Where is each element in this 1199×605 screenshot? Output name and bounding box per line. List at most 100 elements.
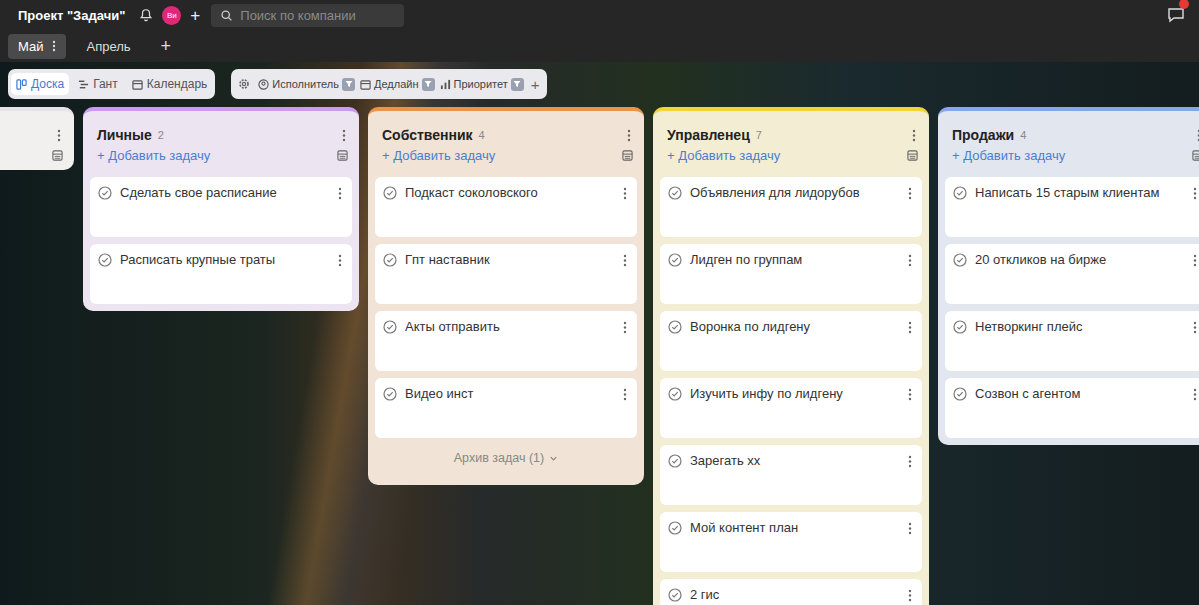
check-circle-icon[interactable] — [668, 588, 682, 602]
add-task-button[interactable]: + Добавить задачу — [97, 148, 210, 163]
check-circle-icon[interactable] — [953, 186, 967, 200]
task-title: Нетворкинг плейс — [975, 319, 1185, 335]
kebab-icon[interactable] — [1193, 388, 1197, 401]
task-title: Зарегать хх — [690, 453, 900, 469]
column-settings-icon[interactable] — [337, 150, 348, 161]
filter-toggle[interactable] — [422, 78, 435, 91]
column-add-row: + Добавить задачу — [945, 144, 1199, 163]
kebab-icon[interactable] — [627, 129, 631, 142]
kebab-icon[interactable] — [908, 455, 912, 468]
card-list: Подкаст соколовского Гпт наставник Акты от… — [375, 177, 637, 438]
task-card[interactable]: Нетворкинг плейс — [945, 311, 1199, 371]
check-circle-icon[interactable] — [668, 253, 682, 267]
kebab-icon[interactable] — [1193, 254, 1197, 267]
check-circle-icon[interactable] — [383, 387, 397, 401]
task-card[interactable]: Расписать крупные траты — [90, 244, 352, 304]
view-button[interactable]: Гант — [73, 73, 123, 95]
task-card[interactable]: Созвон с агентом — [945, 378, 1199, 438]
check-circle-icon[interactable] — [98, 253, 112, 267]
task-card[interactable]: Гпт наставник — [375, 244, 637, 304]
archive-toggle[interactable]: Архив задач (1) — [375, 438, 637, 478]
kebab-icon[interactable] — [338, 254, 342, 267]
funnel-icon — [345, 80, 353, 88]
view-button[interactable]: Доска — [11, 73, 69, 95]
search-field[interactable]: Поиск по компании — [211, 4, 404, 27]
add-task-button[interactable]: + Добавить задачу — [952, 148, 1065, 163]
check-circle-icon[interactable] — [953, 320, 967, 334]
kebab-icon[interactable] — [623, 388, 627, 401]
tab-bar: Май Апрель + — [0, 30, 1199, 62]
filter-chip[interactable]: Дедлайн — [360, 78, 435, 91]
check-circle-icon[interactable] — [953, 253, 967, 267]
kebab-icon[interactable] — [1193, 321, 1197, 334]
tab[interactable]: Май — [8, 34, 66, 59]
kebab-icon[interactable] — [908, 388, 912, 401]
task-card[interactable]: Сделать свое расписание — [90, 177, 352, 237]
kebab-icon[interactable] — [342, 129, 346, 142]
gear-icon[interactable] — [238, 78, 250, 90]
add-filter-button[interactable]: + — [531, 77, 540, 92]
column-settings-icon[interactable] — [52, 150, 63, 161]
kebab-icon[interactable] — [1197, 129, 1199, 142]
check-circle-icon[interactable] — [668, 454, 682, 468]
kebab-icon[interactable] — [1193, 187, 1197, 200]
filter-chip[interactable]: Приоритет — [440, 78, 524, 91]
check-circle-icon[interactable] — [383, 186, 397, 200]
task-card[interactable]: 20 откликов на бирже — [945, 244, 1199, 304]
tab-label: Апрель — [86, 39, 130, 54]
check-circle-icon[interactable] — [668, 320, 682, 334]
check-circle-icon[interactable] — [383, 253, 397, 267]
check-circle-icon[interactable] — [383, 320, 397, 334]
card-list: Сделать свое расписание Расписать крупные… — [90, 177, 352, 304]
column-header: Управленец7 — [660, 111, 922, 144]
kebab-icon[interactable] — [623, 321, 627, 334]
kebab-icon[interactable] — [908, 589, 912, 602]
toolbar: ДоскаГантКалендарь Исполнитель Дедлайн Прио… — [0, 69, 1199, 99]
check-circle-icon[interactable] — [668, 186, 682, 200]
kebab-icon[interactable] — [338, 187, 342, 200]
task-card[interactable]: Видео инст — [375, 378, 637, 438]
check-circle-icon[interactable] — [668, 521, 682, 535]
kebab-icon[interactable] — [908, 187, 912, 200]
column-settings-icon[interactable] — [622, 150, 633, 161]
kebab-icon[interactable] — [908, 522, 912, 535]
filter-toggle[interactable] — [342, 78, 355, 91]
task-card[interactable]: Изучить инфу по лидгену — [660, 378, 922, 438]
task-card[interactable]: Подкаст соколовского — [375, 177, 637, 237]
column-count: 2 — [158, 129, 164, 141]
filter-toggle[interactable] — [511, 78, 524, 91]
column-settings-icon[interactable] — [907, 150, 918, 161]
kebab-icon[interactable] — [623, 187, 627, 200]
view-button[interactable]: Календарь — [127, 73, 213, 95]
user-avatar[interactable]: Ви — [162, 6, 181, 25]
column-title: Управленец — [667, 127, 750, 143]
column-settings-icon[interactable] — [1192, 150, 1199, 161]
chat-button[interactable] — [1167, 6, 1185, 24]
task-card[interactable]: Воронка по лидгену — [660, 311, 922, 371]
add-task-button[interactable]: + Добавить задачу — [667, 148, 780, 163]
kebab-icon[interactable] — [57, 129, 61, 142]
task-card[interactable]: Написать 15 старым клиентам — [945, 177, 1199, 237]
project-title[interactable]: Проект "Задачи" — [18, 8, 125, 23]
check-circle-icon[interactable] — [98, 186, 112, 200]
kebab-icon[interactable] — [623, 254, 627, 267]
kebab-icon[interactable] — [912, 129, 916, 142]
add-button[interactable]: + — [190, 7, 200, 24]
kebab-icon[interactable] — [908, 321, 912, 334]
kebab-icon[interactable] — [52, 40, 56, 52]
task-card[interactable]: Акты отправить — [375, 311, 637, 371]
check-circle-icon[interactable] — [953, 387, 967, 401]
column-title: Продажи — [952, 127, 1014, 143]
add-tab-button[interactable]: + — [161, 37, 172, 55]
task-card[interactable]: Объявления для лидорубов — [660, 177, 922, 237]
check-circle-icon[interactable] — [668, 387, 682, 401]
kebab-icon[interactable] — [908, 254, 912, 267]
add-task-button[interactable]: + Добавить задачу — [382, 148, 495, 163]
bell-icon[interactable] — [139, 8, 153, 22]
task-card[interactable]: Мой контент план — [660, 512, 922, 572]
tab[interactable]: Апрель — [76, 34, 140, 59]
task-card[interactable]: Зарегать хх — [660, 445, 922, 505]
filter-chip[interactable]: Исполнитель — [258, 78, 355, 91]
task-card[interactable]: Лидген по группам — [660, 244, 922, 304]
task-card[interactable]: 2 гис — [660, 579, 922, 605]
